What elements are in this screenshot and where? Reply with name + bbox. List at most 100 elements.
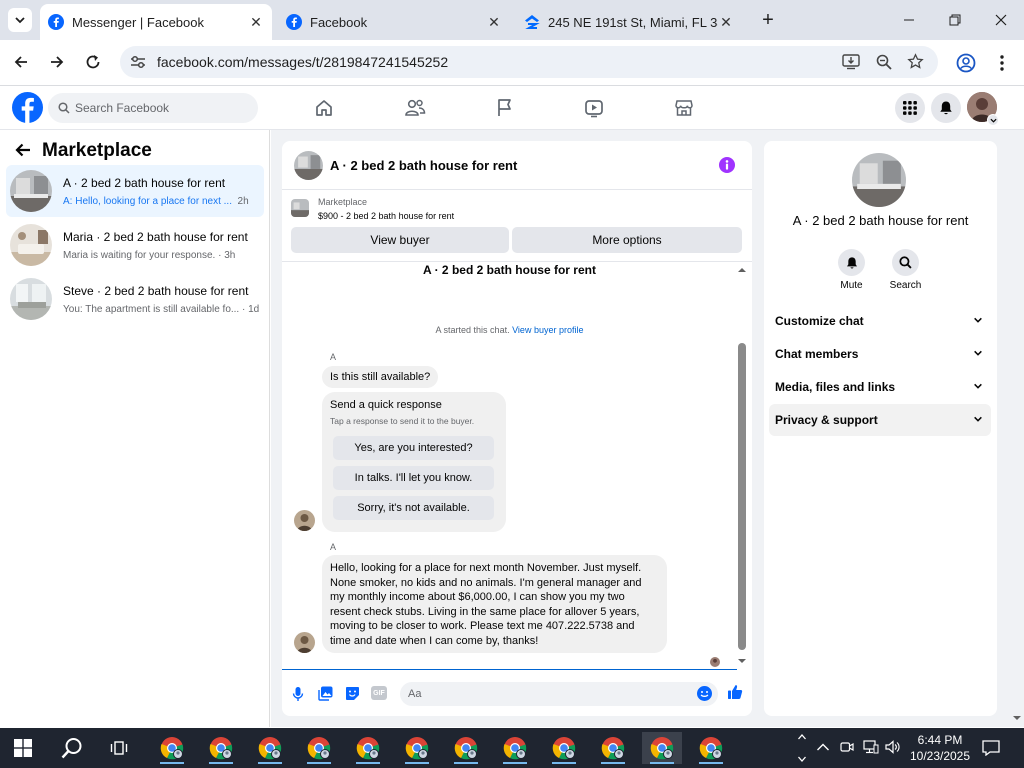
view-buyer-button[interactable]: View buyer [291, 227, 509, 253]
taskbar-chrome-window[interactable] [250, 732, 290, 764]
notifications-button[interactable] [931, 93, 961, 123]
tab-facebook[interactable]: Facebook ✕ [278, 4, 510, 40]
conversation-item[interactable]: A · 2 bed 2 bath house for rent A: Hello… [6, 165, 264, 217]
conversation-item[interactable]: Steve · 2 bed 2 bath house for rent You:… [6, 273, 264, 325]
notification-center-button[interactable] [982, 740, 1000, 756]
reload-button[interactable] [84, 53, 102, 71]
privacy-support-section[interactable]: Privacy & support [769, 404, 991, 436]
tab-zillow[interactable]: 245 NE 191st St, Miami, FL 3317 ✕ [516, 4, 748, 40]
tab-title: Facebook [310, 14, 368, 30]
bookmark-star-icon[interactable] [907, 53, 924, 70]
quick-response-option[interactable]: Yes, are you interested? [333, 436, 494, 460]
restore-button[interactable] [942, 10, 968, 30]
site-settings-icon[interactable] [130, 55, 146, 69]
listing-price-title[interactable]: $900 - 2 bed 2 bath house for rent [318, 211, 454, 221]
nav-marketplace[interactable] [674, 98, 694, 118]
conversation-item[interactable]: Maria · 2 bed 2 bath house for rent Mari… [6, 219, 264, 271]
taskbar-scroll-up[interactable] [797, 732, 807, 742]
clock[interactable]: 6:44 PM 10/23/2025 [906, 732, 974, 764]
chat-title[interactable]: A · 2 bed 2 bath house for rent [330, 158, 517, 173]
menu-button[interactable] [895, 93, 925, 123]
taskbar-chrome-window[interactable] [299, 732, 339, 764]
listing-source: Marketplace [318, 197, 368, 207]
chat-members-section[interactable]: Chat members [769, 338, 991, 370]
meet-now-button[interactable] [840, 740, 854, 754]
zoom-icon[interactable] [876, 54, 892, 70]
taskbar-chrome-window[interactable] [397, 732, 437, 764]
emoji-button[interactable] [697, 686, 712, 701]
taskbar-chrome-window[interactable] [642, 732, 682, 764]
conversation-info-button[interactable] [719, 157, 735, 173]
like-button[interactable] [727, 684, 743, 700]
taskbar-chrome-window[interactable] [691, 732, 731, 764]
buyer-avatar[interactable] [294, 510, 315, 531]
chat-scrollbar-down[interactable] [737, 656, 747, 666]
more-options-button[interactable]: More options [512, 227, 742, 253]
search-icon [61, 738, 82, 759]
conversation-preview: Maria is waiting for your response. · 3h [63, 250, 236, 261]
task-view-button[interactable] [110, 739, 128, 757]
show-hidden-icons-button[interactable] [816, 742, 830, 752]
buyer-avatar[interactable] [294, 632, 315, 653]
message-input[interactable]: Aa [400, 682, 718, 706]
windows-logo-icon [14, 739, 32, 757]
taskbar-chrome-window[interactable] [201, 732, 241, 764]
page-scroll-down[interactable] [1012, 713, 1022, 723]
taskbar-chrome-window[interactable] [348, 732, 388, 764]
nav-home[interactable] [314, 98, 334, 118]
chat-scrollbar-thumb[interactable] [738, 343, 746, 650]
browser-menu-button[interactable] [996, 54, 1008, 72]
quick-response-option[interactable]: Sorry, it's not available. [333, 496, 494, 520]
view-buyer-profile-link[interactable]: View buyer profile [512, 325, 583, 335]
chat-scrollbar-up[interactable] [737, 265, 747, 275]
back-to-marketplace-button[interactable] [14, 141, 32, 159]
taskbar-chrome-window[interactable] [544, 732, 584, 764]
close-tab-icon[interactable]: ✕ [718, 14, 734, 30]
back-button[interactable] [12, 53, 30, 71]
customize-chat-section[interactable]: Customize chat [769, 305, 991, 337]
gif-button[interactable]: GIF [371, 686, 387, 700]
nav-pages[interactable] [496, 98, 514, 118]
message-bubble[interactable]: Is this still available? [322, 366, 439, 388]
search-in-chat-button[interactable] [892, 249, 919, 276]
chat-avatar[interactable] [294, 151, 323, 180]
network-button[interactable] [863, 740, 879, 754]
message-bubble[interactable]: Hello, looking for a place for next mont… [322, 555, 667, 653]
address-bar[interactable]: facebook.com/messages/t/2819847241545252 [120, 46, 938, 78]
quick-response-option[interactable]: In talks. I'll let you know. [333, 466, 494, 490]
taskbar-scroll-down[interactable] [797, 754, 807, 764]
taskbar-chrome-window[interactable] [495, 732, 535, 764]
close-window-button[interactable] [988, 10, 1014, 30]
mute-label: Mute [840, 280, 863, 291]
tab-title: Messenger | Facebook [72, 14, 204, 30]
profile-button[interactable] [956, 53, 976, 73]
taskbar-chrome-window[interactable] [446, 732, 486, 764]
close-tab-icon[interactable]: ✕ [248, 14, 264, 30]
media-files-links-section[interactable]: Media, files and links [769, 371, 991, 403]
photo-gallery-icon [318, 686, 333, 701]
nav-friends[interactable] [404, 98, 426, 118]
new-tab-button[interactable]: + [758, 10, 778, 30]
taskbar-chrome-window[interactable] [152, 732, 192, 764]
close-tab-icon[interactable]: ✕ [486, 14, 502, 30]
attach-photo-button[interactable] [318, 686, 333, 701]
volume-button[interactable] [885, 740, 901, 754]
nav-watch[interactable] [584, 98, 604, 118]
forward-button[interactable] [48, 53, 66, 71]
facebook-logo[interactable] [12, 92, 43, 123]
voice-clip-button[interactable] [292, 686, 304, 702]
conversation-time: 3h [224, 250, 236, 261]
details-avatar[interactable] [852, 153, 906, 207]
taskbar-search-button[interactable] [61, 737, 83, 759]
install-app-icon[interactable] [842, 54, 860, 70]
tab-messenger[interactable]: Messenger | Facebook ✕ [40, 4, 272, 40]
taskbar-chrome-window[interactable] [593, 732, 633, 764]
account-dropdown-badge[interactable] [987, 114, 999, 126]
tab-search-button[interactable] [8, 8, 32, 32]
mute-button[interactable] [838, 249, 865, 276]
minimize-button[interactable] [896, 10, 922, 30]
sticker-button[interactable] [345, 686, 360, 701]
listing-thumbnail[interactable] [291, 199, 309, 217]
start-button[interactable] [14, 739, 32, 757]
facebook-search[interactable]: Search Facebook [48, 93, 258, 123]
